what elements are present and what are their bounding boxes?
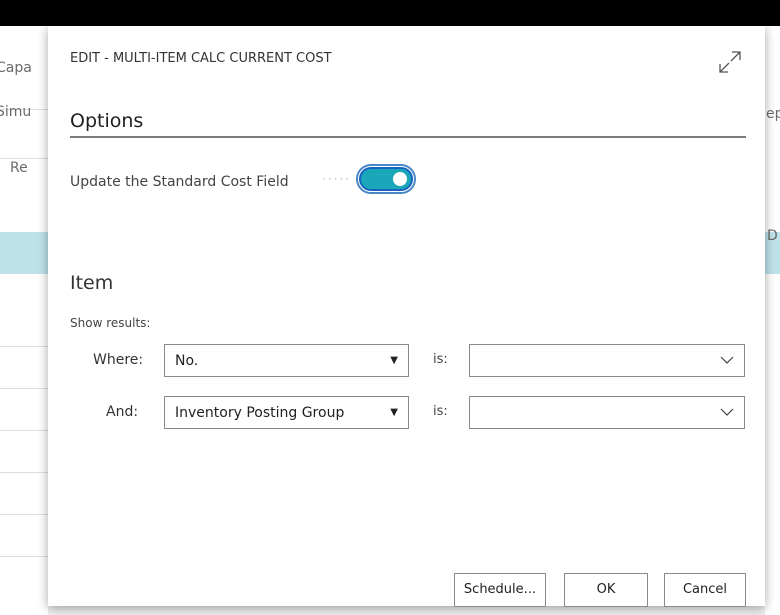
- expand-icon[interactable]: [716, 48, 744, 76]
- show-results-label: Show results:: [70, 316, 151, 330]
- background-row-divider: [0, 556, 48, 557]
- edit-dialog: EDIT - MULTI-ITEM CALC CURRENT COST Opti…: [48, 26, 765, 607]
- filter-where-label: Where:: [93, 352, 144, 368]
- update-standard-cost-label: Update the Standard Cost Field: [70, 174, 289, 190]
- chevron-down-icon: [720, 408, 734, 416]
- field-leader-dots: ·····: [322, 172, 352, 186]
- schedule-button[interactable]: Schedule...: [454, 573, 546, 607]
- background-highlighted-row: [0, 232, 48, 274]
- toggle-knob: [393, 172, 407, 186]
- background-row-divider: [0, 158, 48, 159]
- background-nav-item: Capa: [0, 60, 32, 76]
- options-divider: [70, 136, 746, 138]
- filter-field-select[interactable]: No. ▼: [164, 344, 409, 377]
- background-action: Re: [10, 160, 28, 176]
- dropdown-arrow-icon: ▼: [390, 355, 398, 366]
- background-row-divider: [0, 514, 48, 515]
- background-right-column: ep D: [765, 26, 780, 615]
- ok-button[interactable]: OK: [564, 573, 648, 607]
- background-row-divider: [0, 346, 48, 347]
- background-column-header: D: [767, 228, 778, 244]
- chevron-down-icon: [720, 356, 734, 364]
- update-standard-cost-toggle[interactable]: [356, 164, 416, 194]
- filter-is-label: is:: [433, 352, 448, 367]
- background-nav-item: Simu: [0, 104, 32, 120]
- background-row-divider: [0, 430, 48, 431]
- background-row-divider: [0, 388, 48, 389]
- background-nav-item: ep: [766, 106, 780, 122]
- options-section-title[interactable]: Options: [70, 110, 143, 132]
- filter-field-value: No.: [175, 353, 199, 369]
- window-top-bar: [0, 0, 780, 26]
- filter-field-select[interactable]: Inventory Posting Group ▼: [164, 396, 409, 429]
- filter-value-input[interactable]: [469, 344, 745, 377]
- filter-field-value: Inventory Posting Group: [175, 405, 345, 421]
- dialog-title: EDIT - MULTI-ITEM CALC CURRENT COST: [70, 51, 332, 66]
- cancel-button[interactable]: Cancel: [664, 573, 746, 607]
- filter-value-input[interactable]: [469, 396, 745, 429]
- filter-and-label: And:: [106, 404, 139, 420]
- item-section-title[interactable]: Item: [70, 272, 113, 294]
- dropdown-arrow-icon: ▼: [390, 407, 398, 418]
- background-row-divider: [0, 472, 48, 473]
- background-left-column: Capa Simu Re: [0, 26, 48, 615]
- filter-is-label: is:: [433, 404, 448, 419]
